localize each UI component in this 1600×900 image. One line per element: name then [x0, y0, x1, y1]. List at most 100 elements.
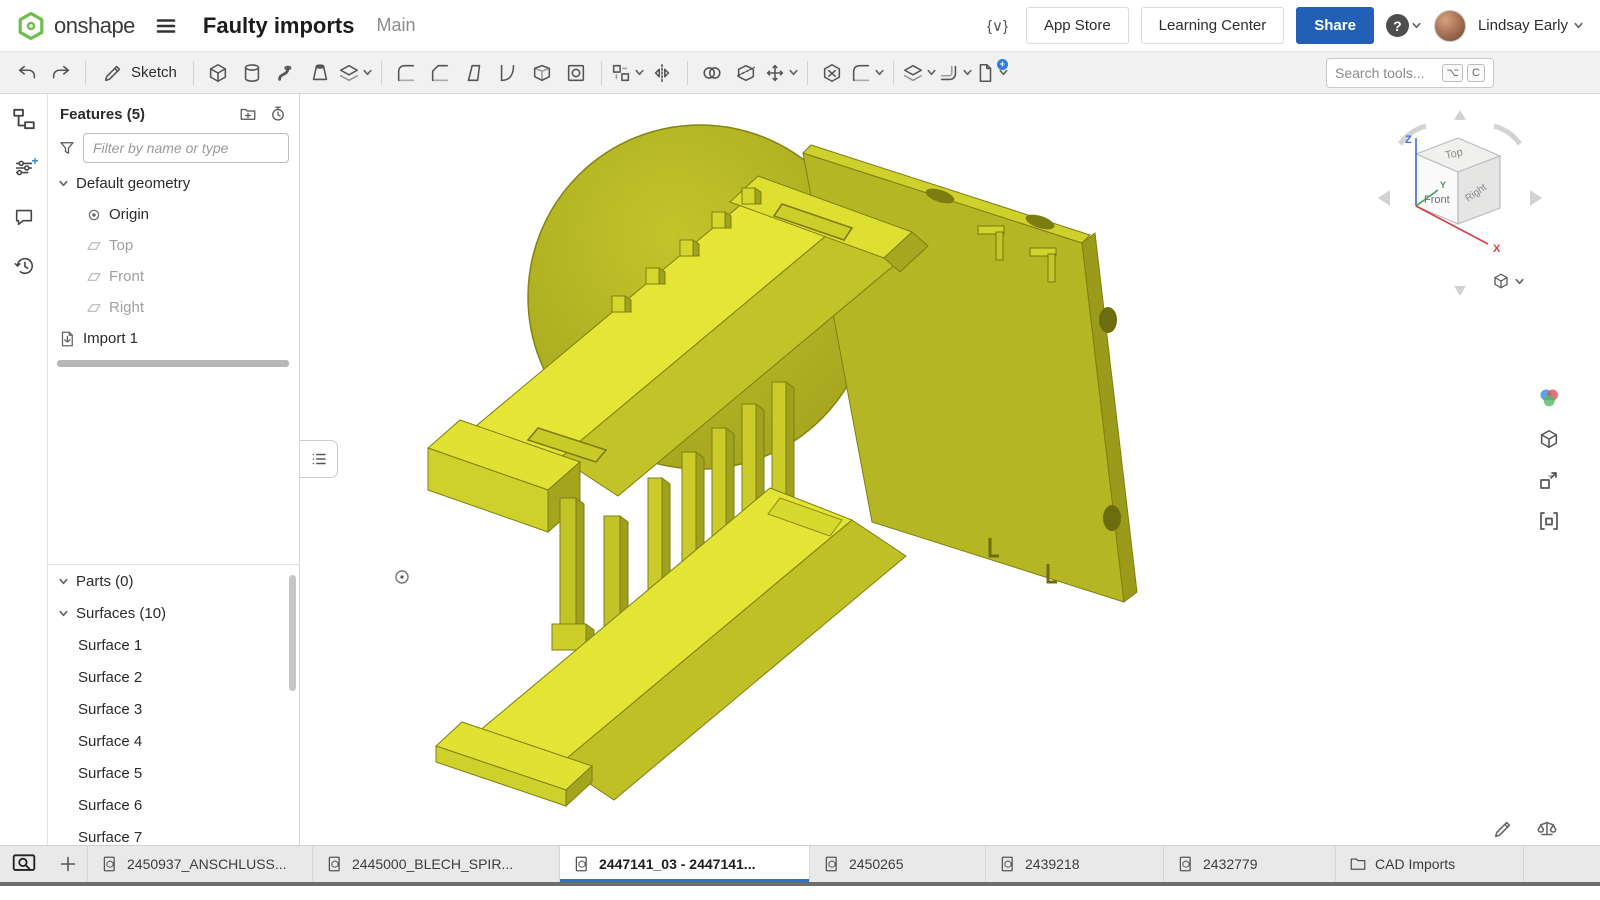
loft-icon	[309, 62, 331, 84]
sheet-metal-icon	[938, 62, 960, 84]
features-panel-header: Features (5)	[48, 94, 299, 128]
tab-manager-icon[interactable]	[0, 846, 48, 882]
rotate-right-arrow[interactable]	[1530, 190, 1542, 206]
origin-marker-icon[interactable]	[394, 569, 410, 585]
view-cube[interactable]: Top Front Right Z Y X	[1376, 108, 1546, 298]
chevron-down-icon	[1411, 20, 1422, 31]
boolean-button[interactable]	[696, 57, 729, 89]
sheet-metal-button[interactable]	[938, 57, 973, 89]
surface-item[interactable]: Surface 6	[48, 789, 299, 821]
fillet-button[interactable]	[390, 57, 423, 89]
surface-item[interactable]: Surface 5	[48, 757, 299, 789]
parts-group-row[interactable]: Parts (0)	[48, 565, 299, 597]
linear-pattern-button[interactable]	[610, 57, 645, 89]
rotate-down-arrow[interactable]	[1454, 286, 1466, 296]
share-button[interactable]: Share	[1296, 7, 1374, 44]
tree-node-origin[interactable]: Origin	[48, 199, 299, 230]
hole-button[interactable]	[560, 57, 593, 89]
filter-input[interactable]	[83, 133, 289, 163]
node-label: Right	[109, 299, 144, 316]
toolbar-separator	[601, 61, 602, 85]
named-positions-icon[interactable]	[1533, 505, 1565, 537]
extrude-button[interactable]	[202, 57, 235, 89]
feature-manager-icon[interactable]	[9, 104, 39, 134]
features-title: Features (5)	[60, 106, 145, 123]
delete-part-button[interactable]	[816, 57, 849, 89]
tab-part-studio[interactable]: 2450265	[810, 846, 986, 882]
comments-icon[interactable]	[9, 202, 39, 232]
markup-pencil-icon[interactable]	[1492, 818, 1514, 840]
features-panel: Features (5) Default geometry Origin Top…	[48, 94, 300, 845]
rotate-up-arrow[interactable]	[1454, 110, 1466, 120]
surface-item[interactable]: Surface 4	[48, 725, 299, 757]
redo-button[interactable]	[44, 57, 77, 89]
onshape-logo[interactable]: onshape	[16, 11, 135, 41]
featurescript-icon[interactable]: {∨}	[981, 13, 1014, 39]
transform-button[interactable]	[764, 57, 799, 89]
rotate-left-arrow[interactable]	[1378, 190, 1390, 206]
tree-node-import[interactable]: Import 1	[48, 323, 299, 354]
graphics-viewport[interactable]: Top Front Right Z Y X	[300, 94, 1600, 845]
roll-right-arrow[interactable]	[1494, 126, 1520, 144]
search-tools-field[interactable]: Search tools... ⌥ C	[1326, 58, 1494, 88]
view-options-menu[interactable]	[1492, 272, 1525, 290]
split-button[interactable]	[730, 57, 763, 89]
new-folder-icon[interactable]	[239, 105, 257, 123]
frame-button[interactable]	[902, 57, 937, 89]
chamfer-button[interactable]	[424, 57, 457, 89]
learning-center-button[interactable]: Learning Center	[1141, 7, 1285, 44]
revolve-button[interactable]	[236, 57, 269, 89]
rollback-timer-icon[interactable]	[269, 105, 287, 123]
chevron-down-icon	[962, 67, 973, 78]
tab-part-studio-active[interactable]: 2447141_03 - 2447141...	[560, 846, 810, 882]
toolbar-separator	[807, 61, 808, 85]
tab-folder[interactable]: CAD Imports	[1336, 846, 1524, 882]
user-menu[interactable]: Lindsay Early	[1478, 17, 1584, 34]
split-icon	[735, 62, 757, 84]
appearances-icon[interactable]	[1533, 382, 1565, 414]
roll-left-arrow[interactable]	[1400, 126, 1426, 144]
tab-part-studio[interactable]: 2432779	[1164, 846, 1336, 882]
surface-item[interactable]: Surface 2	[48, 661, 299, 693]
surface-item[interactable]: Surface 7	[48, 821, 299, 845]
rib-button[interactable]	[492, 57, 525, 89]
rollback-bar[interactable]	[57, 360, 289, 367]
help-menu[interactable]: ?	[1386, 14, 1422, 37]
thicken-button[interactable]	[338, 57, 373, 89]
shell-button[interactable]	[526, 57, 559, 89]
undo-button[interactable]	[10, 57, 43, 89]
scale-units-icon[interactable]	[1536, 818, 1558, 840]
display-states-icon[interactable]	[1533, 423, 1565, 455]
avatar[interactable]	[1434, 10, 1466, 42]
surfaces-group-row[interactable]: Surfaces (10)	[48, 597, 299, 629]
workspace-name[interactable]: Main	[377, 15, 416, 36]
transform-icon	[764, 62, 786, 84]
mirror-button[interactable]	[646, 57, 679, 89]
app-store-button[interactable]: App Store	[1026, 7, 1129, 44]
sketch-button[interactable]: Sketch	[94, 57, 185, 89]
part-studio-icon	[101, 855, 119, 873]
loft-button[interactable]	[304, 57, 337, 89]
tree-node-top-plane[interactable]: Top	[48, 230, 299, 261]
configurations-icon[interactable]: +	[9, 153, 39, 183]
sweep-button[interactable]	[270, 57, 303, 89]
versions-history-icon[interactable]	[9, 251, 39, 281]
tab-part-studio[interactable]: 2450937_ANSCHLUSS...	[88, 846, 313, 882]
tree-node-default-geometry[interactable]: Default geometry	[48, 168, 299, 199]
draft-button[interactable]	[458, 57, 491, 89]
tree-node-right-plane[interactable]: Right	[48, 292, 299, 323]
add-tab-button[interactable]	[48, 846, 88, 882]
surface-item[interactable]: Surface 1	[48, 629, 299, 661]
tab-part-studio[interactable]: 2445000_BLECH_SPIR...	[313, 846, 560, 882]
exploded-views-icon[interactable]	[1533, 464, 1565, 496]
feature-list-toggle[interactable]	[300, 440, 338, 478]
tree-node-front-plane[interactable]: Front	[48, 261, 299, 292]
main-menu-icon[interactable]	[155, 15, 177, 37]
surface-item[interactable]: Surface 3	[48, 693, 299, 725]
tab-part-studio[interactable]: 2439218	[986, 846, 1164, 882]
derived-button[interactable]: +	[974, 57, 1009, 89]
scrollbar-thumb[interactable]	[289, 575, 296, 691]
mirror-icon	[651, 62, 673, 84]
extrude-icon	[207, 62, 229, 84]
modify-fillet-button[interactable]	[850, 57, 885, 89]
